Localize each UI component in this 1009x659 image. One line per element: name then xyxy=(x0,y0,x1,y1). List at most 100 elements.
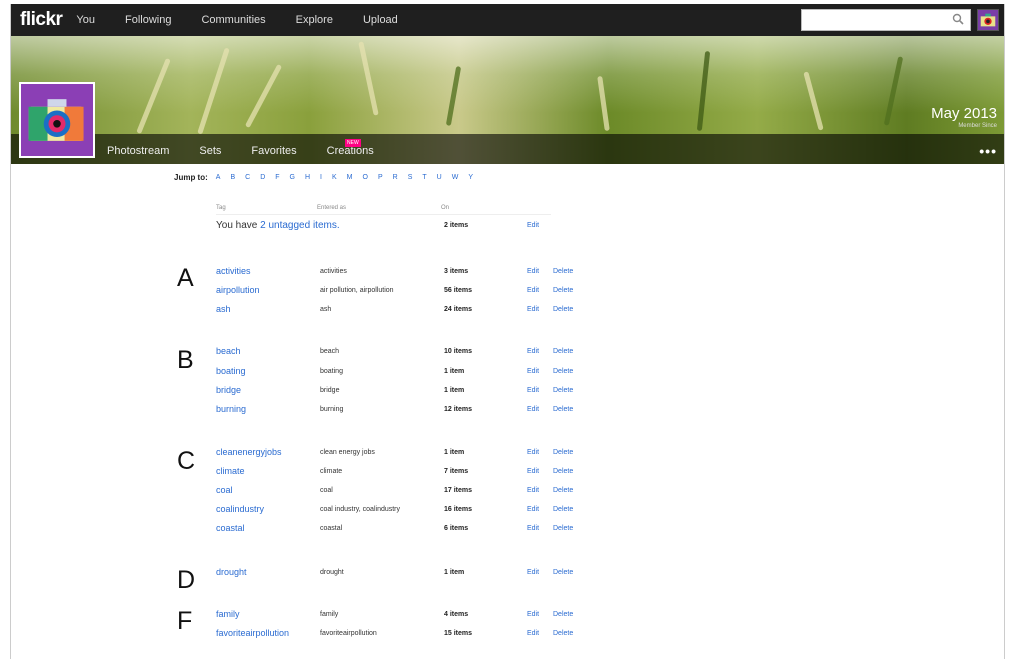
group-letter: F xyxy=(177,607,193,635)
entered-as: activities xyxy=(320,268,347,275)
item-count: 1 item xyxy=(444,569,465,576)
jump-letter[interactable]: M xyxy=(347,174,353,181)
jump-letter[interactable]: W xyxy=(452,174,459,181)
tag-link[interactable]: drought xyxy=(216,567,247,577)
entered-as: burning xyxy=(320,406,344,413)
edit-button[interactable]: Edit xyxy=(527,525,539,532)
nav-upload[interactable]: Upload xyxy=(363,14,398,26)
delete-button[interactable]: Delete xyxy=(553,387,573,394)
jump-letter[interactable]: U xyxy=(437,174,442,181)
item-count: 17 items xyxy=(444,487,473,494)
nav-communities[interactable]: Communities xyxy=(201,14,265,26)
page-frame: flickr You Following Communities Explore… xyxy=(10,4,1005,659)
tag-link[interactable]: burning xyxy=(216,404,246,414)
jump-letter[interactable]: K xyxy=(332,174,337,181)
delete-button[interactable]: Delete xyxy=(553,449,573,456)
edit-button[interactable]: Edit xyxy=(527,306,539,313)
tag-link[interactable]: airpollution xyxy=(216,285,260,295)
delete-button[interactable]: Delete xyxy=(553,306,573,313)
edit-button[interactable]: Edit xyxy=(527,287,539,294)
delete-button[interactable]: Delete xyxy=(553,630,573,637)
tag-link[interactable]: coalindustry xyxy=(216,504,264,514)
tag-link[interactable]: bridge xyxy=(216,385,241,395)
entered-as: family xyxy=(320,611,339,618)
jump-letter[interactable]: O xyxy=(363,174,368,181)
jump-letter[interactable]: F xyxy=(275,174,279,181)
tab-favorites[interactable]: Favorites xyxy=(251,145,296,157)
tag-link[interactable]: coastal xyxy=(216,523,245,533)
tag-link[interactable]: climate xyxy=(216,466,245,476)
edit-button[interactable]: Edit xyxy=(527,449,539,456)
edit-button[interactable]: Edit xyxy=(527,387,539,394)
delete-button[interactable]: Delete xyxy=(553,468,573,475)
entered-as: coastal xyxy=(320,525,343,532)
tag-link[interactable]: ash xyxy=(216,304,231,314)
search-icon[interactable] xyxy=(952,13,964,25)
top-nav: flickr You Following Communities Explore… xyxy=(11,4,1004,36)
tab-sets[interactable]: Sets xyxy=(199,145,221,157)
edit-button[interactable]: Edit xyxy=(527,368,539,375)
item-count: 56 items xyxy=(444,287,473,294)
edit-button[interactable]: Edit xyxy=(527,406,539,413)
jump-letter[interactable]: P xyxy=(378,174,383,181)
jump-letter[interactable]: D xyxy=(260,174,265,181)
search-input[interactable] xyxy=(801,9,971,31)
edit-button[interactable]: Edit xyxy=(527,611,539,618)
tag-link[interactable]: activities xyxy=(216,266,251,276)
tag-link[interactable]: beach xyxy=(216,346,241,356)
jump-letter[interactable]: C xyxy=(245,174,250,181)
jump-letter[interactable]: B xyxy=(230,174,235,181)
nav-explore[interactable]: Explore xyxy=(296,14,333,26)
edit-button[interactable]: Edit xyxy=(527,506,539,513)
delete-button[interactable]: Delete xyxy=(553,268,573,275)
edit-button[interactable]: Edit xyxy=(527,268,539,275)
more-options-icon[interactable]: ••• xyxy=(979,144,997,158)
tag-link[interactable]: boating xyxy=(216,366,246,376)
item-count: 3 items xyxy=(444,268,469,275)
delete-button[interactable]: Delete xyxy=(553,525,573,532)
item-count: 16 items xyxy=(444,506,473,513)
edit-button[interactable]: Edit xyxy=(527,630,539,637)
edit-button[interactable]: Edit xyxy=(527,468,539,475)
jump-letter[interactable]: A xyxy=(216,174,221,181)
delete-button[interactable]: Delete xyxy=(553,406,573,413)
flickr-logo[interactable]: flickr xyxy=(20,9,63,31)
jump-letter[interactable]: H xyxy=(305,174,310,181)
delete-button[interactable]: Delete xyxy=(553,569,573,576)
delete-button[interactable]: Delete xyxy=(553,287,573,294)
untagged-prefix: You have xyxy=(216,220,261,231)
edit-button[interactable]: Edit xyxy=(527,569,539,576)
item-count: 24 items xyxy=(444,306,473,313)
tag-link[interactable]: favoriteairpollution xyxy=(216,628,289,638)
tab-photostream[interactable]: Photostream xyxy=(107,145,169,157)
jump-bar: Jump to: A B C D F G H I K M O P R S T U… xyxy=(174,173,483,182)
edit-button[interactable]: Edit xyxy=(527,487,539,494)
profile-avatar[interactable] xyxy=(19,82,95,158)
jump-letter[interactable]: G xyxy=(290,174,295,181)
jump-letter[interactable]: R xyxy=(393,174,398,181)
delete-button[interactable]: Delete xyxy=(553,368,573,375)
jump-letter[interactable]: S xyxy=(408,174,413,181)
entered-as: air pollution, airpollution xyxy=(320,287,394,294)
jump-letter[interactable]: T xyxy=(422,174,426,181)
edit-button[interactable]: Edit xyxy=(527,348,539,355)
group-letter: C xyxy=(177,447,196,475)
delete-button[interactable]: Delete xyxy=(553,487,573,494)
tag-link[interactable]: coal xyxy=(216,485,233,495)
nav-you[interactable]: You xyxy=(76,14,95,26)
jump-letter[interactable]: Y xyxy=(468,174,473,181)
untagged-edit-button[interactable]: Edit xyxy=(527,222,539,229)
nav-following[interactable]: Following xyxy=(125,14,171,26)
delete-button[interactable]: Delete xyxy=(553,348,573,355)
header-entered: Entered as xyxy=(317,205,347,211)
delete-button[interactable]: Delete xyxy=(553,611,573,618)
delete-button[interactable]: Delete xyxy=(553,506,573,513)
user-avatar-small[interactable] xyxy=(977,9,999,31)
jump-letter[interactable]: I xyxy=(320,174,322,181)
tag-link[interactable]: family xyxy=(216,609,240,619)
camera-avatar-icon xyxy=(28,99,84,141)
group-letter: B xyxy=(177,346,194,374)
untagged-link[interactable]: 2 untagged items. xyxy=(260,220,340,231)
entered-as: coal industry, coalindustry xyxy=(320,506,401,513)
tag-link[interactable]: cleanenergyjobs xyxy=(216,447,282,457)
